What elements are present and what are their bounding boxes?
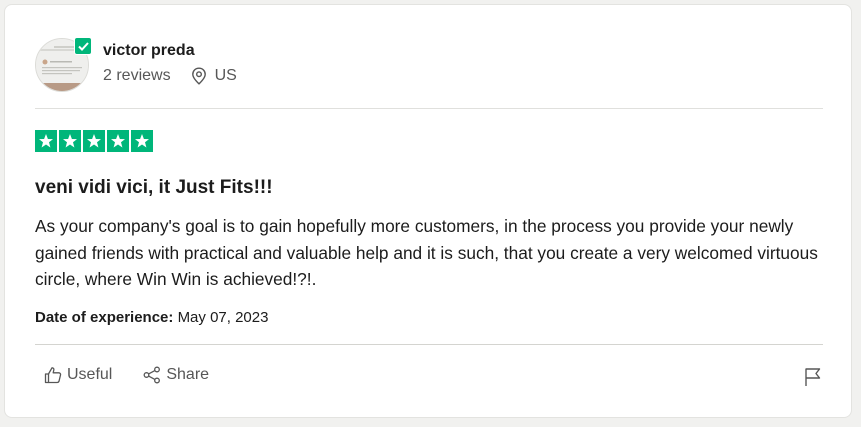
actions-divider [35,344,823,345]
reviews-count: 2 reviews [103,66,171,84]
thumbs-up-icon [44,367,62,384]
date-of-experience-label: Date of experience: [35,309,174,326]
avatar-wrapper[interactable] [35,37,92,92]
date-of-experience: Date of experience: May 07, 2023 [35,309,268,326]
reviewer-header: victor preda 2 reviews US [35,33,237,97]
header-divider [35,108,823,109]
country-code: US [214,66,237,84]
date-of-experience-value: May 07, 2023 [177,309,269,326]
review-title[interactable]: veni vidi vici, it Just Fits!!! [35,177,273,199]
review-actions: Useful Share [43,365,209,385]
reviewer-meta: 2 reviews US [103,67,237,85]
review-card: victor preda 2 reviews US veni vidi vici… [4,4,852,418]
star-rating [35,130,155,152]
report-flag-button[interactable] [803,366,823,393]
share-icon [143,366,161,384]
star-icon [59,130,81,152]
star-icon [35,130,57,152]
location-pin-icon [191,66,206,85]
star-icon [131,130,153,152]
share-label: Share [166,366,210,383]
reviewer-info: victor preda 2 reviews US [103,42,237,85]
review-text: As your company's goal is to gain hopefu… [35,216,818,289]
reviewer-location: US [191,67,237,85]
star-icon [107,130,129,152]
flag-icon [805,368,821,386]
useful-button[interactable]: Useful [43,365,112,385]
star-icon [83,130,105,152]
verified-badge-icon [74,37,92,55]
share-button[interactable]: Share [142,365,209,385]
reviewer-name[interactable]: victor preda [103,40,237,62]
useful-label: Useful [67,366,113,383]
